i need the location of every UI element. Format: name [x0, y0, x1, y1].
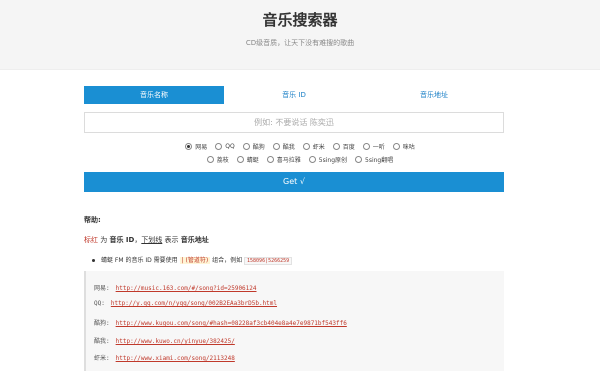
radio-1ting[interactable]: 一听 [362, 142, 385, 151]
help-text: 为 [98, 236, 110, 244]
radio-label: 虾米 [312, 144, 325, 151]
radio-icon [236, 156, 244, 163]
radio-icon [332, 143, 340, 150]
radio-qq[interactable]: QQ [215, 142, 235, 151]
radio-icon [355, 156, 363, 163]
radio-5sing-cover[interactable]: 5sing翻唱 [355, 155, 393, 164]
radio-icon [206, 156, 214, 163]
help-bullet: 蜻蜓 FM 的音乐 ID 需要使用 | (管道符) 组合，例如 158096|5… [92, 255, 293, 265]
help-red-term: 标红 [84, 236, 98, 244]
example-line: 酷我: http://www.kuwo.cn/yinyue/382425/ [94, 336, 235, 345]
bullet-text: 蜻蜓 FM 的音乐 ID 需要使用 [101, 257, 180, 264]
source-radio-row-1: 网易 QQ 酷狗 酷我 虾米 百度 一听 咪咕 [0, 142, 600, 151]
radio-kuwo[interactable]: 酷我 [272, 142, 295, 151]
radio-icon [308, 156, 316, 163]
example-label: 酷狗: [94, 320, 110, 327]
radio-icon [302, 143, 310, 150]
tab-music-name[interactable]: 音乐名称 [84, 86, 224, 104]
page-subtitle: CD级音质，让天下没有难搜的歌曲 [245, 39, 355, 47]
example-line: 网易: http://music.163.com/#/song?id=259061… [94, 283, 257, 292]
example-link[interactable]: http://www.xiami.com/song/2113248 [116, 355, 235, 362]
example-line: 酷狗: http://www.kugou.com/song/#hash=08228… [94, 318, 347, 327]
radio-label: 5sing翻唱 [365, 157, 394, 164]
get-button[interactable]: Get √ [84, 172, 504, 192]
search-input[interactable]: 例如: 不要说话 陈奕迅 [84, 112, 504, 133]
help-title: 帮助: [84, 216, 101, 224]
radio-label: 咪咕 [402, 144, 415, 151]
page-title: 音乐搜索器 [262, 11, 338, 29]
example-line: 虾米: http://www.xiami.com/song/2113248 [94, 353, 235, 362]
radio-xiami[interactable]: 虾米 [302, 142, 325, 151]
source-radio-row-2: 荔枝 蜻蜓 喜马拉雅 5sing原创 5sing翻唱 [0, 155, 600, 164]
radio-label: 5sing原创 [318, 157, 348, 164]
radio-label: 酷我 [282, 144, 295, 151]
radio-icon [362, 143, 370, 150]
tab-music-id[interactable]: 音乐 ID [224, 86, 364, 104]
example-line: QQ: http://y.qq.com/n/yqq/song/002B2EAa3b… [94, 300, 277, 307]
example-label: 网易: [94, 285, 110, 292]
radio-lizhi[interactable]: 荔枝 [206, 155, 229, 164]
radio-icon [272, 143, 280, 150]
bullet-text: 组合，例如 [210, 257, 245, 264]
help-underline-term: 下划线 [141, 236, 163, 244]
radio-icon [242, 143, 250, 150]
example-label: 酷我: [94, 338, 110, 345]
example-link[interactable]: http://www.kuwo.cn/yinyue/382425/ [116, 338, 235, 345]
example-label: 虾米: [94, 355, 110, 362]
search-type-tabs: 音乐名称 音乐 ID 音乐地址 [84, 86, 504, 104]
header-band: 音乐搜索器 CD级音质，让天下没有难搜的歌曲 [0, 0, 600, 70]
radio-label: 酷狗 [252, 144, 265, 151]
help-addr-term: 音乐地址 [180, 236, 209, 244]
radio-checked-icon [185, 143, 193, 150]
pipe-highlight: | (管道符) [179, 257, 211, 264]
radio-netease[interactable]: 网易 [185, 142, 207, 151]
url-examples-box: 网易: http://music.163.com/#/song?id=259061… [84, 271, 504, 371]
radio-icon [266, 156, 274, 163]
radio-baidu[interactable]: 百度 [332, 142, 355, 151]
radio-ximalaya[interactable]: 喜马拉雅 [266, 155, 301, 164]
radio-5sing-original[interactable]: 5sing原创 [308, 155, 348, 164]
example-link[interactable]: http://y.qq.com/n/yqq/song/002B2EAa3brD5… [111, 300, 277, 307]
help-id-term: 音乐 ID [109, 236, 135, 244]
bullet-dot-icon [92, 259, 95, 262]
example-link[interactable]: http://music.163.com/#/song?id=25906124 [116, 285, 257, 292]
radio-label: QQ [225, 143, 235, 150]
radio-label: 网易 [195, 144, 208, 151]
tab-music-url[interactable]: 音乐地址 [364, 86, 504, 104]
radio-migu[interactable]: 咪咕 [392, 142, 415, 151]
radio-label: 百度 [342, 144, 355, 151]
radio-label: 一听 [372, 144, 385, 151]
example-code: 158096|5266259 [244, 257, 293, 265]
help-description: 标红 为 音乐 ID，下划线 表示 音乐地址 [84, 235, 209, 245]
radio-label: 荔枝 [216, 157, 229, 164]
radio-icon [392, 143, 400, 150]
radio-icon [215, 143, 223, 150]
radio-label: 喜马拉雅 [276, 157, 301, 164]
radio-label: 蜻蜓 [246, 157, 259, 164]
radio-kugou[interactable]: 酷狗 [242, 142, 265, 151]
example-link[interactable]: http://www.kugou.com/song/#hash=08228af3… [116, 320, 347, 327]
radio-qingting[interactable]: 蜻蜓 [236, 155, 259, 164]
example-label: QQ: [94, 300, 105, 307]
help-text: 表示 [162, 236, 181, 244]
